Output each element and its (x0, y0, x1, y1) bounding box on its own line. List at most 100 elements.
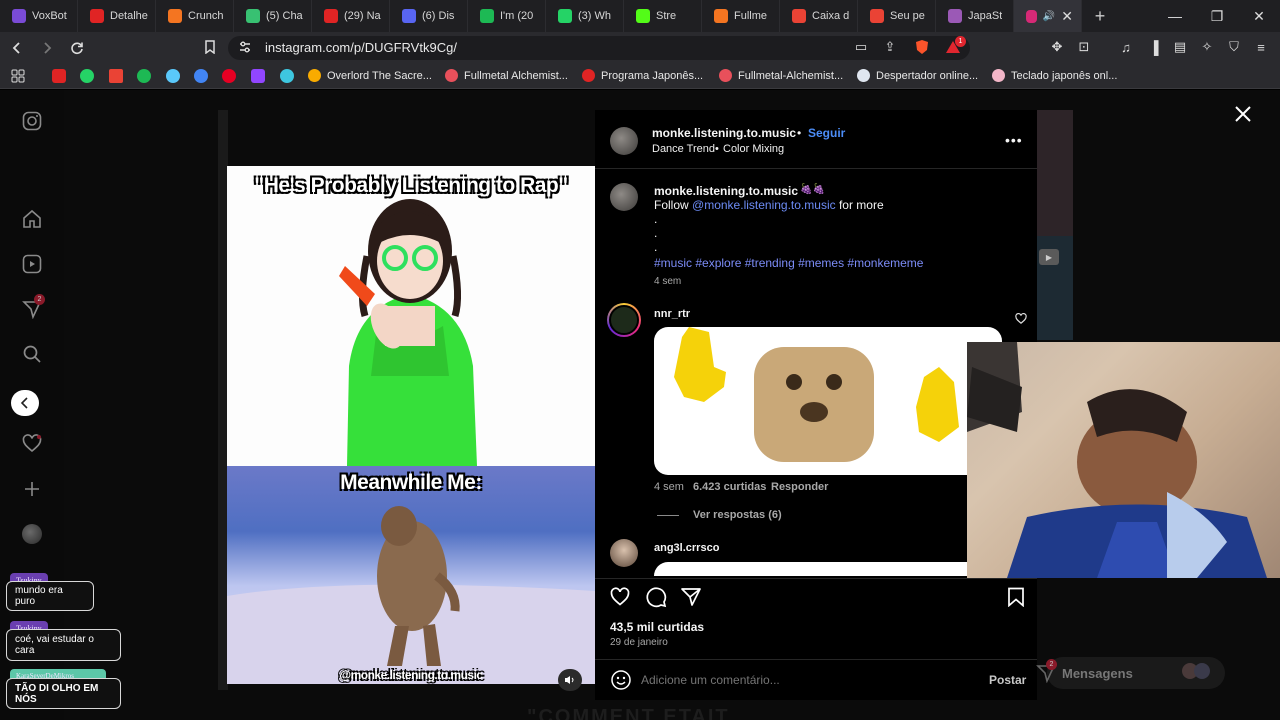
chat-1-bubble: mundo era puro (6, 581, 94, 611)
profile-avatar[interactable] (20, 522, 44, 546)
author-avatar[interactable] (610, 127, 638, 155)
like-button[interactable] (608, 586, 632, 608)
share-icon[interactable]: ⇪ (881, 38, 899, 56)
close-post-button[interactable] (1231, 102, 1255, 126)
apps-grid-icon[interactable] (9, 67, 27, 85)
direct-messages-icon[interactable]: 2 (20, 294, 45, 321)
close-tab-icon[interactable]: ✕ (1061, 8, 1073, 25)
instagram-logo-icon[interactable] (20, 109, 44, 133)
caption-line-1: Follow @monke.listening.to.music for mor… (654, 198, 884, 212)
close-window-button[interactable]: ✕ (1238, 0, 1280, 32)
comment-2-username[interactable]: ang3l.crrsco (654, 542, 719, 554)
caption-avatar[interactable] (610, 183, 638, 211)
tab-1[interactable]: Detalhe (78, 0, 156, 32)
tab-search-icon[interactable]: ⊡ (1075, 38, 1093, 56)
view-replies-button[interactable]: Ver respostas (6) (693, 509, 782, 521)
author-username[interactable]: monke.listening.to.music (652, 126, 796, 140)
mute-button[interactable] (558, 669, 582, 691)
caption-username[interactable]: monke.listening.to.music (654, 184, 798, 198)
home-icon[interactable] (20, 207, 44, 231)
audio-right[interactable]: Color Mixing (723, 143, 784, 155)
new-tab-button[interactable]: + (1082, 6, 1118, 27)
tab-label: Stre (656, 10, 677, 22)
tab-11[interactable]: Seu pe (858, 0, 936, 32)
caption-mention[interactable]: @monke.listening.to.music (692, 198, 836, 212)
wallet-icon[interactable]: ▤ (1171, 38, 1189, 56)
tab-3[interactable]: (5) Cha (234, 0, 312, 32)
messages-pill-label[interactable]: Mensagens (1062, 666, 1133, 681)
brave-shield-icon[interactable] (913, 38, 931, 56)
notifications-icon[interactable] (20, 432, 44, 456)
create-icon[interactable] (20, 477, 44, 501)
tab-5[interactable]: (6) Dis (390, 0, 468, 32)
bookmark-item-3[interactable]: Fullmetal-Alchemist... (719, 69, 843, 82)
whatsapp-bookmark-icon[interactable] (80, 69, 94, 83)
search-icon[interactable] (20, 342, 44, 366)
site-settings-icon[interactable] (236, 38, 254, 56)
collapse-sidebar-button[interactable] (11, 390, 39, 416)
cast-icon[interactable]: ▭ (852, 38, 870, 56)
tab-8[interactable]: Stre (624, 0, 702, 32)
back-button[interactable] (4, 35, 30, 61)
bookmark-item-2[interactable]: Programa Japonês... (582, 69, 703, 82)
bookmark-item-0[interactable]: Overlord The Sacre... (308, 69, 432, 82)
tab-label: Detalhe (110, 10, 148, 22)
comment-likes[interactable]: 6.423 curtidas (693, 481, 766, 493)
vpn-icon[interactable]: ⛉ (1225, 38, 1243, 56)
bookmark-page-button[interactable] (201, 38, 219, 56)
tab-12[interactable]: JapaSt (936, 0, 1014, 32)
speaker-icon[interactable]: 🔊 (1043, 11, 1055, 22)
tab-9[interactable]: Fullme (702, 0, 780, 32)
caption-hashtags[interactable]: #music #explore #trending #memes #monkem… (654, 256, 923, 270)
bookmark-label: Fullmetal Alchemist... (464, 69, 568, 82)
share-button[interactable] (679, 586, 703, 608)
youtube-bookmark-icon[interactable] (52, 69, 66, 83)
spotify-bookmark-icon[interactable] (137, 69, 151, 83)
messages-badge: 2 (34, 294, 45, 305)
bookmark-item-1[interactable]: Fullmetal Alchemist... (445, 69, 568, 82)
tab-10[interactable]: Caixa d (780, 0, 858, 32)
app-bookmark-icon[interactable] (166, 69, 180, 83)
maximize-button[interactable]: ❐ (1196, 0, 1238, 32)
media-controls-icon[interactable]: ♫ (1117, 38, 1135, 56)
follow-button[interactable]: Seguir (808, 126, 845, 140)
save-button[interactable] (1004, 586, 1028, 608)
url-text[interactable]: instagram.com/p/DUGFRVtk9Cg/ (265, 40, 457, 55)
reload-button[interactable] (64, 35, 90, 61)
extensions-icon[interactable]: ✥ (1048, 38, 1066, 56)
chrome-bookmark-icon[interactable] (194, 69, 208, 83)
gmail-bookmark-icon[interactable] (109, 69, 123, 83)
tab-label: Caixa d (812, 10, 850, 22)
post-comment-button[interactable]: Postar (989, 673, 1026, 687)
star-bookmark-icon[interactable] (280, 69, 294, 83)
comment-avatar-ring[interactable] (607, 303, 641, 337)
tab-instagram-active[interactable]: 🔊 ✕ (1014, 0, 1082, 32)
comment-input[interactable] (641, 669, 961, 691)
post-media[interactable]: "He's Probably Listening to Rap" Meanwhi… (227, 166, 595, 684)
emoji-button[interactable] (610, 669, 632, 691)
reels-icon[interactable] (20, 252, 44, 276)
likes-count[interactable]: 43,5 mil curtidas (610, 620, 704, 634)
bookmark-item-5[interactable]: Teclado japonês onl... (992, 69, 1117, 82)
tab-6[interactable]: I'm (20 (468, 0, 546, 32)
more-options-icon[interactable]: ••• (1005, 132, 1023, 148)
tab-0[interactable]: VoxBot (0, 0, 78, 32)
comment-reply-button[interactable]: Responder (771, 481, 828, 493)
twitch-bookmark-icon[interactable] (251, 69, 265, 83)
sidebar-toggle-icon[interactable]: ▐ (1145, 38, 1163, 56)
brave-rewards-icon[interactable]: 1 (944, 36, 966, 56)
menu-icon[interactable]: ≡ (1252, 38, 1270, 56)
comment-button[interactable] (644, 586, 668, 608)
comment-like-icon[interactable] (1015, 312, 1027, 324)
tab-2[interactable]: Crunch (156, 0, 234, 32)
forward-button[interactable] (34, 35, 60, 61)
pinterest-bookmark-icon[interactable] (222, 69, 236, 83)
bookmark-item-4[interactable]: Despertador online... (857, 69, 978, 82)
leo-ai-icon[interactable]: ✧ (1198, 38, 1216, 56)
minimize-button[interactable]: — (1154, 0, 1196, 32)
comment-2-avatar[interactable] (610, 539, 638, 567)
comment-username[interactable]: nnr_rtr (654, 308, 690, 320)
tab-4[interactable]: (29) Na (312, 0, 390, 32)
tab-7[interactable]: (3) Wh (546, 0, 624, 32)
audio-left[interactable]: Dance Trend (652, 143, 715, 155)
